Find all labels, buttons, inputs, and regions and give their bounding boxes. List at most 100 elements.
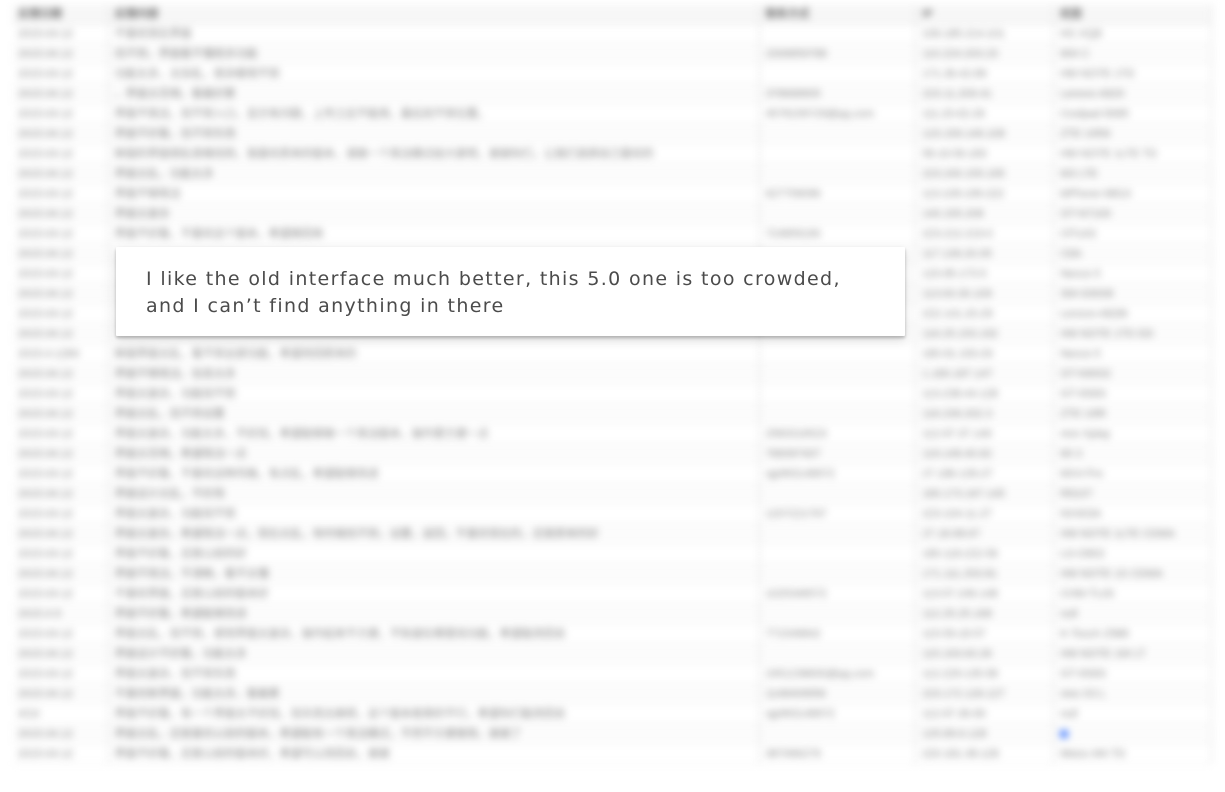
table-cell-ip: 112.97.36.90 xyxy=(915,703,1055,724)
table-cell-date: 2015.04.12 xyxy=(12,583,109,604)
table-cell-device: HC-XQ8 xyxy=(1053,23,1212,44)
table-row: 2015.04.12 界面不好看，不喜欢这种风格，有点乱，希望能够改进 xjp993… xyxy=(12,463,1212,484)
table-cell-device: HM NOTE 1W LT xyxy=(1053,643,1212,664)
table-cell-feedback: 界面不好看，还是以前的版本好，希望可以改回去，谢谢 xyxy=(108,743,760,764)
table-cell-date: 2015.04.12 xyxy=(12,103,109,124)
table-row: 2015.04.12 界面不好看，不喜欢这个版本，希望换回来 724859190 22… xyxy=(12,223,1212,244)
table-row: 2015.04.12 界面太复杂，希望简洁一点，现在太乱，有时候找不到，设置，返回… xyxy=(12,523,1212,544)
table-cell-ip: 223.240.155.195 xyxy=(915,163,1055,184)
table-cell-date: 2015.04.12 xyxy=(12,483,109,504)
column-header-contact: 联系方式 xyxy=(759,4,917,24)
table-cell-contact xyxy=(759,23,917,44)
table-cell-date: 2015.04.12 xyxy=(12,203,109,224)
table-cell-feedback: 界面不简洁，找不到入口，显示有问题，上传之后不能用，最后找不到位置。 xyxy=(108,103,760,124)
table-cell-contact: 1148409956 xyxy=(759,683,917,704)
column-header-device: 机型 xyxy=(1053,4,1212,24)
table-cell-ip: 223.172.126.127 xyxy=(915,683,1055,704)
feedback-quote-card: I like the old interface much better, th… xyxy=(116,247,905,336)
table-cell-device xyxy=(1053,723,1212,744)
table-cell-contact xyxy=(759,363,917,384)
table-cell-date: 2015.04.12 xyxy=(12,383,109,404)
table-cell-date: 2015.04.12 xyxy=(12,283,109,304)
table-cell-contact xyxy=(759,643,917,664)
table-cell-feedback: 界面太花哨，希望简洁一点 xyxy=(108,443,760,464)
table-row: 2015.04.12 界面太乱，找不到，感觉界面太复杂，操作起来不方便，不知道在哪… xyxy=(12,623,1212,644)
table-cell-ip: 180.91.193.33 xyxy=(915,343,1055,364)
table-row: 2015.04.12 界面太花哨，希望简洁一点 768397407 119.148.4… xyxy=(12,443,1212,464)
table-cell-feedback: 不喜欢新界面，功能太多，看着累 xyxy=(108,683,760,704)
table-cell-device: GT-I9300 xyxy=(1053,663,1212,684)
table-cell-feedback: 找不到，界面看不懂很多功能 xyxy=(108,43,760,64)
table-row: 2015.04.12 界面不好看，找不到东西 123.159.146.108 ZTE … xyxy=(12,123,1212,144)
table-row: 2015.04.12 找不到，界面看不懂很多功能 2306859788 110.224… xyxy=(12,43,1212,64)
table-cell-date: 2015.4.1284 xyxy=(12,343,109,364)
table-cell-contact: 627759096 xyxy=(759,183,917,204)
table-cell-feedback: 界面不简洁，不清晰，看不太懂 xyxy=(108,563,760,584)
table-cell-ip: 58.16.56.183 xyxy=(915,143,1055,164)
table-cell-date: 2015.04.12 xyxy=(12,263,109,284)
table-row: 2015.04.12 界面不简洁，找不到入口，显示有问题，上传之后不能用，最后找不… xyxy=(12,103,1212,124)
table-cell-device: C8A xyxy=(1053,243,1212,264)
table-cell-device: Lenovo A828t xyxy=(1053,303,1212,324)
table-cell-feedback: 界面设计不好看，功能太多 xyxy=(108,643,760,664)
table-cell-contact: 771549842 xyxy=(759,623,917,644)
table-cell-contact: 2451238830@qq.com xyxy=(759,663,917,684)
table-row: 2015.04.12 界面太复杂，功能找不到 113.238.44.128 GT-I9… xyxy=(12,383,1212,404)
table-cell-ip: 27.18.98.67 xyxy=(915,523,1055,544)
table-row: 2015.04.12 界面太乱，还是喜欢以前的版本，希望能有一个简洁模式，不然不方… xyxy=(12,723,1212,744)
table-cell-ip: 119.148.40.62 xyxy=(915,443,1055,464)
table-cell-date: 2015.04.12 xyxy=(12,303,109,324)
table-cell-contact: 387066279 xyxy=(759,743,917,764)
table-cell-ip: 115.193.63.26 xyxy=(915,643,1055,664)
table-cell-date: 2015.04.12 xyxy=(12,723,109,744)
table-row: 2015.04.12 界面不好看，还是以前的好 180.118.222.56 LG-D… xyxy=(12,543,1212,564)
table-cell-feedback: 界面不好看，不喜欢这个版本，希望换回来 xyxy=(108,223,760,244)
table-cell-device: HM NOTE 1TD xyxy=(1053,63,1212,84)
table-row: 2015.04.12 ，界面太花哨，看着好累 378668905 223.11.209… xyxy=(12,83,1212,104)
table-cell-contact: xjp993148972 xyxy=(759,463,917,484)
table-row: 2015.04.12 界面太乱，找不到设置 116.236.202.3 ZTE U9R xyxy=(12,403,1212,424)
table-cell-contact xyxy=(759,163,917,184)
table-cell-date: 2015.04.12 xyxy=(12,503,109,524)
table-row: 2015.04.12 不喜欢界面，还是以前的版本好 1025346572 113.57… xyxy=(12,583,1212,604)
table-cell-date: 2015.04.12 xyxy=(12,143,109,164)
table-row: 2015.4.9 界面不好看，希望能够改进 112.25.25.168 null xyxy=(12,603,1212,624)
table-cell-feedback: 界面太复杂，功能找不到 xyxy=(108,503,760,524)
feedback-quote-text: I like the old interface much better, th… xyxy=(146,268,841,317)
table-row: 2015.04.12 不喜欢新界面，功能太多，看着累 1148409956 223.1… xyxy=(12,683,1212,704)
table-cell-device: CP1AS xyxy=(1053,223,1212,244)
table-cell-date: 2015.04.12 xyxy=(12,463,109,484)
table-row: 2015.04.12 界面设计太乱，不好用 180.173.167.145 R8107 xyxy=(12,483,1212,504)
table-row: 2015.04.12 界面太乱，功能太多 223.240.155.195 M3 LTE xyxy=(12,163,1212,184)
table-cell-device: null xyxy=(1053,703,1212,724)
table-cell-ip: 115.59.18.57 xyxy=(915,623,1055,644)
table-cell-device: GT-N9002 xyxy=(1053,363,1212,384)
table-cell-ip: 116.236.202.3 xyxy=(915,403,1055,424)
table-row: 2015.04.12 不喜欢现在界面 106.185.214.101 HC-XQ8 xyxy=(12,23,1212,44)
table-cell-contact xyxy=(759,203,917,224)
table-cell-ip: 116.25.153.192 xyxy=(915,323,1055,344)
table-cell-feedback: 不喜欢现在界面 xyxy=(108,23,760,44)
table-cell-date: 4/10 xyxy=(12,703,109,724)
table-cell-contact: 2306859788 xyxy=(759,43,917,64)
table-cell-feedback: 界面不好看，找不到东西 xyxy=(108,123,760,144)
table-cell-contact xyxy=(759,383,917,404)
table-cell-feedback: 界面不好看，还是以前的好 xyxy=(108,543,760,564)
table-cell-contact: 4578159729@qq.com xyxy=(759,103,917,124)
table-cell-ip: 106.185.214.101 xyxy=(915,23,1055,44)
table-cell-date: 2015.04.12 xyxy=(12,563,109,584)
table-cell-ip: 112.229.135.58 xyxy=(915,663,1055,684)
table-row: 2015.04.12 新版的界面很乱很难找到，我喜欢原来的版本，请做一个简洁模式给… xyxy=(12,143,1212,164)
table-row: 2015.04.12 界面太复杂 140.155.208 GT-N7100 xyxy=(12,203,1212,224)
table-cell-device: ktPhone M810 xyxy=(1053,183,1212,204)
table-cell-date: 2015.04.12 xyxy=(12,423,109,444)
table-row: 2015.04.12 界面太复杂，功能太多，不好找，希望能够做一个简洁版本，操作更… xyxy=(12,423,1212,444)
table-cell-date: 2015.04.12 xyxy=(12,163,109,184)
table-cell-ip: 180.173.167.145 xyxy=(915,483,1055,504)
table-cell-ip: 113.57.246.148 xyxy=(915,583,1055,604)
table-cell-date: 2015.04.12 xyxy=(12,623,109,644)
table-cell-date: 2015.04.12 xyxy=(12,23,109,44)
table-cell-feedback: 功能太多，太杂乱，很多都用不到 xyxy=(108,63,760,84)
table-cell-ip: 180.118.222.56 xyxy=(915,543,1055,564)
table-cell-device: null xyxy=(1053,603,1212,624)
